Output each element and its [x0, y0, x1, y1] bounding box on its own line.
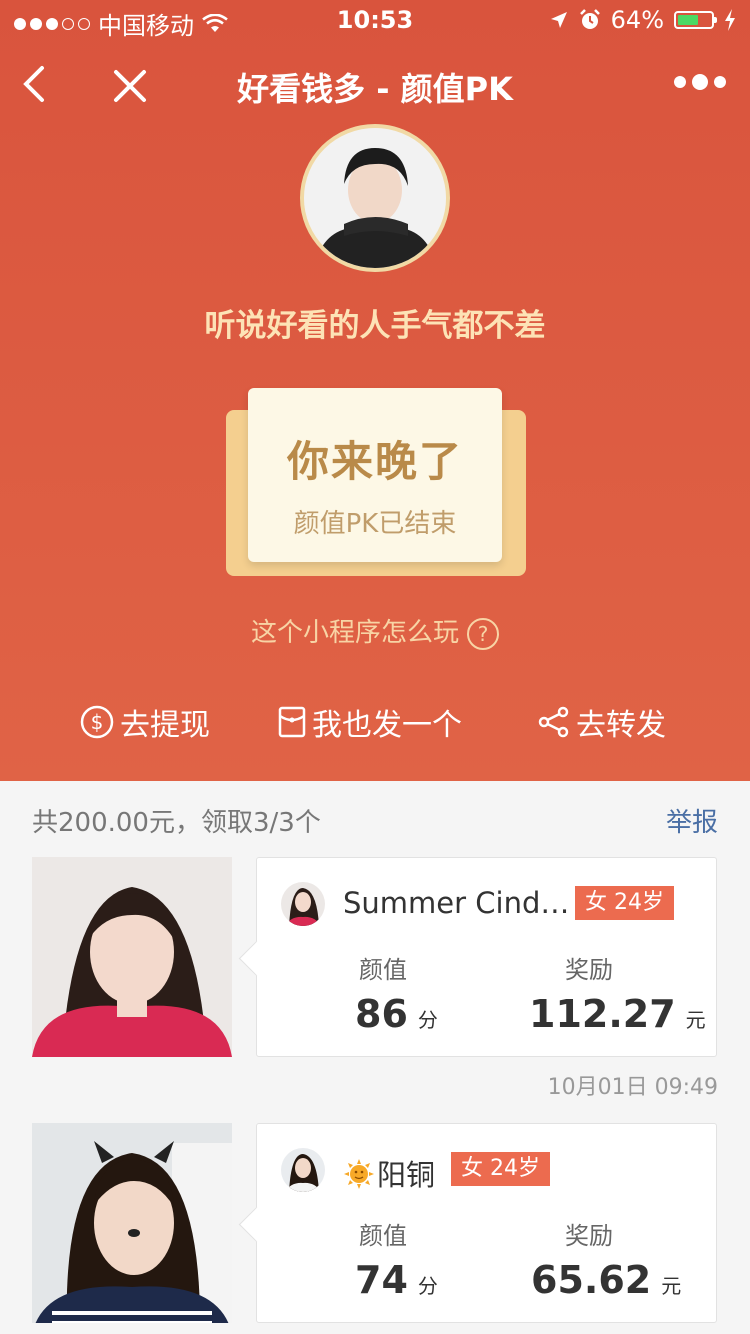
beauty-value: 86	[355, 992, 408, 1036]
reward-unit: 元	[661, 1274, 682, 1298]
share-label: 去转发	[576, 708, 666, 743]
more-icon[interactable]	[674, 74, 726, 90]
status-bar: 中国移动 10:53 64%	[0, 0, 750, 40]
gender-age-badge: 女 24岁	[575, 886, 674, 920]
share-icon	[538, 706, 569, 738]
location-arrow-icon	[550, 12, 567, 28]
reward-value: 65.62	[531, 1258, 652, 1302]
participant-name: 阳铜	[377, 1158, 436, 1192]
nav-bar: 好看钱多 - 颜值PK	[0, 44, 750, 124]
status-right: 64%	[549, 6, 736, 34]
participant-photo[interactable]	[32, 1123, 232, 1323]
battery-percent: 64%	[610, 6, 664, 34]
reward-label: 奖励	[565, 1222, 613, 1250]
charging-bolt-icon	[725, 9, 735, 31]
avatar	[300, 124, 450, 272]
participant-avatar	[281, 1148, 325, 1192]
page-title: 好看钱多 - 颜值PK	[237, 70, 513, 108]
participant-photo-image	[32, 857, 232, 1057]
reward-unit: 元	[685, 1008, 706, 1032]
withdraw-button[interactable]: $ 去提现	[80, 700, 210, 744]
help-question-icon: ?	[467, 617, 499, 650]
beauty-value: 74	[355, 1258, 408, 1302]
reward-amount: 65.62 元	[531, 1258, 681, 1302]
result-card: 你来晚了 颜值PK已结束	[248, 388, 502, 562]
report-link[interactable]: 举报	[666, 802, 718, 839]
participant-card: Summer Cind… 女 24岁 颜值 奖励 86 分 112.27 元	[238, 857, 717, 1057]
avatar-portrait	[304, 128, 446, 268]
alarm-icon	[579, 9, 600, 29]
card-title: 你来晚了	[286, 437, 463, 486]
svg-text:$: $	[91, 710, 104, 734]
slogan-text: 听说好看的人手气都不差	[204, 308, 546, 344]
dollar-circle-icon: $	[80, 705, 114, 739]
beauty-unit: 分	[417, 1274, 438, 1298]
howto-label: 这个小程序怎么玩	[250, 618, 459, 648]
participant-photo[interactable]	[32, 857, 232, 1057]
participant-name-row: 阳铜	[343, 1152, 435, 1194]
action-bar: $ 去提现 我也发一个 去转发	[0, 700, 750, 752]
reward-label: 奖励	[565, 956, 613, 984]
card-subtitle: 颜值PK已结束	[293, 509, 457, 539]
battery-icon	[674, 11, 717, 29]
envelope-icon	[278, 706, 306, 738]
card-pointer	[238, 940, 275, 977]
beauty-score: 86 分	[355, 992, 438, 1036]
beauty-unit: 分	[417, 1008, 438, 1032]
participant-card: 阳铜 女 24岁 颜值 奖励 74 分 65.62 元	[238, 1123, 717, 1323]
participant-name: Summer Cind…	[343, 886, 570, 920]
send-one-button[interactable]: 我也发一个	[278, 700, 462, 744]
howto-link[interactable]: 这个小程序怎么玩?	[0, 612, 750, 650]
reward-value: 112.27	[529, 992, 676, 1036]
participant-photo-image	[32, 1123, 232, 1323]
gender-age-badge: 女 24岁	[451, 1152, 550, 1186]
withdraw-label: 去提现	[120, 708, 210, 743]
beauty-score: 74 分	[355, 1258, 438, 1302]
card-pointer	[238, 1206, 275, 1243]
timestamp: 10月01日 09:49	[547, 1075, 718, 1100]
reward-amount: 112.27 元	[529, 992, 706, 1036]
sun-emoji-icon	[344, 1159, 374, 1189]
beauty-label: 颜值	[359, 956, 407, 984]
battery-fill	[678, 15, 698, 25]
participant-avatar	[281, 882, 325, 926]
beauty-label: 颜值	[359, 1222, 407, 1250]
summary-text: 共200.00元，领取3/3个	[32, 808, 321, 838]
send-one-label: 我也发一个	[312, 708, 462, 743]
share-button[interactable]: 去转发	[538, 700, 666, 744]
